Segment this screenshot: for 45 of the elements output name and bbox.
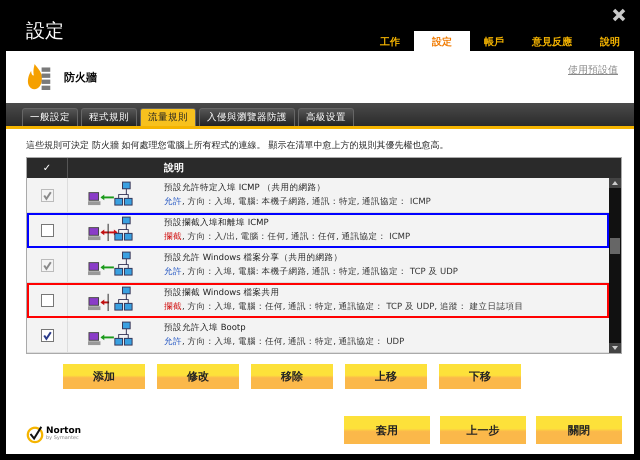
scroll-down-icon[interactable] <box>609 343 621 353</box>
checkbox[interactable] <box>40 224 54 236</box>
window-title: 設定 <box>26 19 64 44</box>
restore-defaults-link[interactable]: 使用預設值 <box>568 63 618 77</box>
nav-tab[interactable]: 帳戶 <box>470 31 518 51</box>
section-title: 防火牆 <box>64 70 97 84</box>
rule-details: 允許, 方向：入埠, 電腦: 本機子網路, 通訊：特定, 通訊協定： TCP 及 UDP <box>164 266 459 278</box>
list-action-button[interactable]: 添加 <box>63 364 145 389</box>
rule-details: 允許, 方向：入埠, 電腦：任何, 通訊：特定, 通訊協定： UDP <box>164 336 406 348</box>
nav-tab[interactable]: 工作 <box>366 31 414 51</box>
highlighted-row[interactable]: 預設攔截入埠和離埠 ICMP 攔截, 方向：入/出, 電腦：任何, 通訊：任何, 通訊協定： ICMP <box>27 213 609 248</box>
tab[interactable]: 入侵與瀏覽器防護 <box>199 108 295 126</box>
footer-button[interactable]: 關閉 <box>536 416 622 444</box>
rule-title: 預設允許 Windows 檔案分享（共用的網路） <box>164 252 344 264</box>
logo-name: Norton <box>46 427 82 436</box>
close-icon[interactable] <box>612 8 626 22</box>
footer-button[interactable]: 套用 <box>344 416 430 444</box>
nav-tab[interactable]: 說明 <box>586 31 634 51</box>
scroll-up-icon[interactable] <box>609 178 621 188</box>
tab[interactable]: 流量規則 <box>140 108 196 126</box>
checkmark-logo-icon <box>26 424 44 444</box>
check-column-header: ✓ <box>42 162 52 174</box>
scrollbar-thumb[interactable] <box>610 238 620 254</box>
rule-title: 預設攔截 Windows 檔案共用 <box>164 287 280 299</box>
rule-title: 預設允許入埠 Bootp <box>164 322 247 334</box>
list-action-button[interactable]: 下移 <box>439 364 521 389</box>
rule-details: 攔截, 方向：入/出, 電腦：任何, 通訊：任何, 通訊協定： ICMP <box>164 231 412 243</box>
tab[interactable]: 一般設定 <box>22 108 78 126</box>
list-action-button[interactable]: 移除 <box>251 364 333 389</box>
intro-text: 這些規則可決定 防火牆 如何處理您電腦上所有程式的連線。 顯示在清單中愈上方的規則其優先權也愈高。 <box>26 140 450 152</box>
rule-details: 攔截, 方向：入埠, 電腦：任何, 通訊：特定, 通訊協定： TCP 及 UDP, 追蹤： 建立日誌項目 <box>164 301 524 313</box>
footer-button[interactable]: 上一步 <box>440 416 526 444</box>
nav-tab[interactable]: 意見反應 <box>518 31 586 51</box>
checkbox[interactable] <box>40 294 54 306</box>
checkbox[interactable] <box>40 328 54 342</box>
list-action-button[interactable]: 修改 <box>157 364 239 389</box>
list-action-button[interactable]: 上移 <box>345 364 427 389</box>
rule-title: 預設允許特定入埠 ICMP （共用的網路） <box>164 182 326 194</box>
rule-details: 允許, 方向：入埠, 電腦: 本機子網路, 通訊：特定, 通訊協定： ICMP <box>164 196 432 208</box>
tab[interactable]: 程式規則 <box>81 108 137 126</box>
firewall-icon <box>26 62 52 92</box>
column-header: 說明 <box>162 162 185 175</box>
tab[interactable]: 高級设置 <box>298 108 354 126</box>
rule-title: 預設攔截入埠和離埠 ICMP <box>164 217 270 229</box>
highlighted-row[interactable]: 預設攔截 Windows 檔案共用 攔截, 方向：入埠, 電腦：任何, 通訊：特定, 通訊協定： TCP 及 UDP, 追蹤： 建立日誌項目 <box>27 283 609 318</box>
